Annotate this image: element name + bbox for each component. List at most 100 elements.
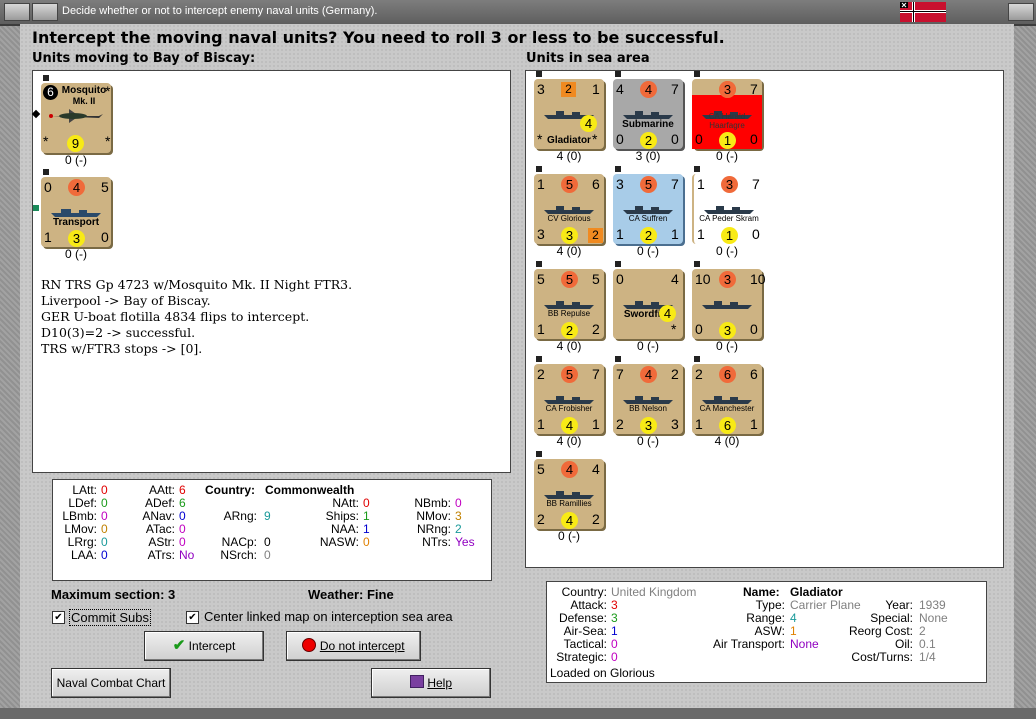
status-bar xyxy=(0,708,1036,719)
info-label: Special: xyxy=(870,611,913,625)
stat-label: LAtt: xyxy=(72,483,97,497)
stack-marker xyxy=(694,261,700,267)
unit-bc: 3 xyxy=(719,322,736,339)
ship-icon xyxy=(544,396,594,404)
unit-tc: 5 xyxy=(561,176,578,193)
info-label: Cost/Turns: xyxy=(851,650,913,664)
stack-marker xyxy=(615,261,621,267)
unit-counter[interactable]: 2 6 6 CA Manchester 1 6 1 xyxy=(692,364,762,434)
unit-name: BB Repulse xyxy=(547,309,591,318)
diamond-marker xyxy=(31,109,41,119)
unit-tl: 3 xyxy=(537,81,545,97)
unit-counter[interactable]: 7 4 2 BB Nelson 2 3 3 xyxy=(613,364,683,434)
unit-counter[interactable]: 1 5 6 CV Glorious 3 3 2 xyxy=(534,174,604,244)
log-line: RN TRS Gp 4723 w/Mosquito Mk. II Night F… xyxy=(41,277,353,292)
unit-bl: 2 xyxy=(616,416,624,432)
unit-tr: 7 xyxy=(750,81,758,97)
info-label: Tactical: xyxy=(563,637,607,651)
unit-below-label: 0 (-) xyxy=(716,149,738,163)
close-button[interactable] xyxy=(1008,3,1034,21)
stat-value: 0 xyxy=(455,496,462,510)
unit-counter[interactable]: 3 2 1 Gladiator 4 * * xyxy=(534,79,604,149)
stat-label: NTrs: xyxy=(422,535,451,549)
info-label: Type: xyxy=(755,598,785,612)
log-line: Liverpool -> Bay of Biscay. xyxy=(41,293,211,308)
unit-counter[interactable]: 3 5 7 CA Suffren 1 2 1 xyxy=(613,174,683,244)
info-label: Attack: xyxy=(570,598,607,612)
stat-label: NASW: xyxy=(319,535,359,549)
unit-br: 3 xyxy=(671,416,679,432)
unit-name: Submarine xyxy=(622,119,674,130)
unit-br: 0 xyxy=(101,229,109,245)
info-value: 1 xyxy=(790,624,797,638)
unit-bc: 2 xyxy=(561,322,578,339)
info-label: Reorg Cost: xyxy=(848,624,913,638)
info-value: 3 xyxy=(611,611,618,625)
unit-below-label: 4 (0) xyxy=(556,434,582,448)
unit-counter[interactable]: 4 4 7 Submarine 0 2 0 xyxy=(613,79,683,149)
unit-br: 0 xyxy=(750,131,758,147)
loaded-on-text: Loaded on Glorious xyxy=(550,666,655,680)
unit-bc: 1 xyxy=(719,132,736,149)
unit-counter[interactable]: 10 3 10 0 3 0 xyxy=(692,269,766,339)
info-value: 0.1 xyxy=(919,637,936,651)
unit-tr: 10 xyxy=(750,271,766,287)
combat-log: RN TRS Gp 4723 w/Mosquito Mk. II Night F… xyxy=(41,277,352,357)
unit-circle: 4 xyxy=(659,305,676,322)
stat-label: LAA: xyxy=(70,548,97,562)
center-map-checkbox[interactable]: ✔ xyxy=(186,611,199,624)
restore-button[interactable] xyxy=(32,3,58,21)
unit-counter[interactable]: 137CA Harald Haarfagre010 xyxy=(692,79,762,149)
stat-value: 9 xyxy=(264,509,271,523)
stat-value: 0 xyxy=(179,522,186,536)
title-bar: Decide whether or not to intercept enemy… xyxy=(0,0,1036,26)
info-label: Strategic: xyxy=(556,650,607,664)
unit-bc: 6 xyxy=(719,417,736,434)
unit-tc: 4 xyxy=(640,81,657,98)
unit-below-label: 4 (0) xyxy=(556,149,582,163)
unit-br: 0 xyxy=(752,226,760,242)
info-value: 0 xyxy=(611,637,618,651)
unit-name: BB Ramillies xyxy=(546,499,592,508)
system-menu-button[interactable] xyxy=(4,3,30,21)
unit-counter[interactable]: 5 5 5 BB Repulse 1 2 2 xyxy=(534,269,604,339)
unit-circle: 4 xyxy=(580,115,597,132)
stack-marker xyxy=(536,261,542,267)
unit-counter-transport[interactable]: 0 4 5 Transport 1 3 0 xyxy=(41,177,111,247)
unit-tl: 0 xyxy=(44,179,52,195)
unit-name: CA Peder Skram xyxy=(699,214,759,223)
center-map-label[interactable]: Center linked map on interception sea ar… xyxy=(204,609,453,624)
unit-counter[interactable]: 0 4 Swordfish 4 * xyxy=(613,269,683,339)
stat-value: 0 xyxy=(101,496,108,510)
unit-counter[interactable]: 5 4 4 BB Ramillies 2 4 2 xyxy=(534,459,604,529)
intercept-button[interactable]: ✔ Intercept xyxy=(144,631,264,661)
stat-label: NAtt: xyxy=(332,496,359,510)
unit-tr: 7 xyxy=(671,81,679,97)
stack-marker xyxy=(615,71,621,77)
unit-tl: 10 xyxy=(695,271,711,287)
info-label: Air-Sea: xyxy=(563,624,607,638)
unit-counter[interactable]: 1 3 7 CA Peder Skram 1 1 0 xyxy=(692,174,764,244)
unit-counter[interactable]: 2 5 7 CA Frobisher 1 4 1 xyxy=(534,364,604,434)
stat-label: Ships: xyxy=(325,509,359,523)
stat-label: NBmb: xyxy=(414,496,451,510)
commit-subs-checkbox[interactable]: ✔ xyxy=(52,611,65,624)
do-not-intercept-button[interactable]: Do not intercept xyxy=(286,631,421,661)
stat-label: NMov: xyxy=(416,509,451,523)
help-button[interactable]: Help xyxy=(371,668,491,698)
name-label: Name: xyxy=(743,585,780,599)
commit-subs-label[interactable]: Commit Subs xyxy=(69,609,152,626)
info-label: Country: xyxy=(561,585,607,599)
info-value: 0 xyxy=(611,650,618,664)
unit-name: Mosquito xyxy=(61,85,107,96)
stat-value: 0 xyxy=(101,509,108,523)
unit-tr: 1 xyxy=(592,81,600,97)
stat-value: 6 xyxy=(179,496,186,510)
unit-tl: 2 xyxy=(537,366,545,382)
stat-label: NAA: xyxy=(330,522,359,536)
unit-tr: 7 xyxy=(671,176,679,192)
stat-label: ARng: xyxy=(223,509,257,523)
unit-counter-mosquito[interactable]: 6 * Mosquito Mk. II * 9 * xyxy=(41,83,111,153)
ship-icon xyxy=(702,301,752,309)
naval-combat-chart-button[interactable]: Naval Combat Chart xyxy=(51,668,171,698)
